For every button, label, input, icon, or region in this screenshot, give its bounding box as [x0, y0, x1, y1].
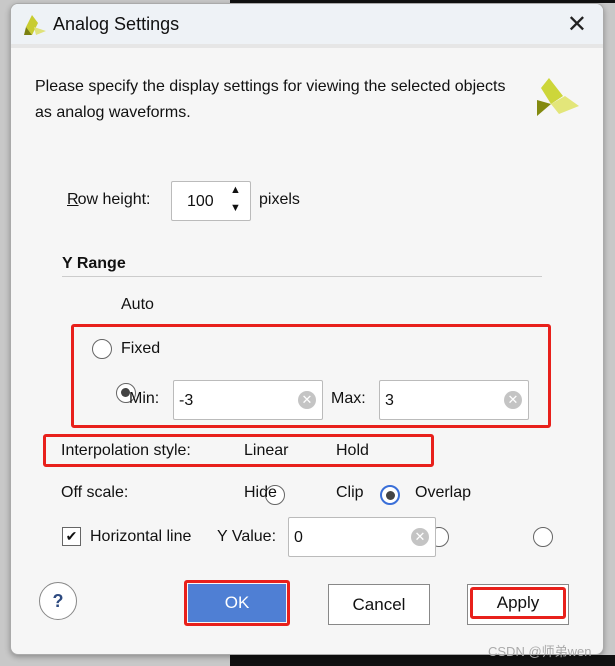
- min-input[interactable]: -3 ✕: [173, 380, 323, 420]
- row-height-label: Row height:: [67, 191, 151, 208]
- off-scale-label: Off scale:: [61, 484, 129, 501]
- description: Please specify the display settings for …: [35, 78, 506, 121]
- close-icon[interactable]: ✕: [567, 10, 587, 39]
- linear-label[interactable]: Linear: [244, 442, 288, 460]
- analog-settings-dialog: Analog Settings ✕ Please specify the dis…: [10, 3, 604, 655]
- ok-button[interactable]: OK: [188, 584, 286, 622]
- row-height-value[interactable]: 100: [187, 193, 214, 211]
- hold-radio[interactable]: [380, 485, 401, 505]
- y-value-input[interactable]: 0 ✕: [288, 517, 436, 557]
- max-value[interactable]: 3: [385, 392, 394, 410]
- interpolation-label: Interpolation style:: [61, 442, 191, 459]
- clear-icon[interactable]: ✕: [504, 391, 522, 409]
- spin-down-icon[interactable]: ▼: [230, 202, 241, 214]
- divider: [62, 276, 542, 277]
- overlap-radio[interactable]: [532, 527, 553, 547]
- dialog-title: Analog Settings: [53, 14, 180, 34]
- fixed-label[interactable]: Fixed: [121, 340, 160, 358]
- watermark: CSDN @师弟wen: [488, 644, 592, 659]
- apply-label[interactable]: Apply: [470, 587, 566, 619]
- horizontal-line-label[interactable]: Horizontal line: [90, 528, 191, 546]
- y-range-heading: Y Range: [62, 255, 126, 272]
- help-button[interactable]: ?: [39, 582, 77, 620]
- brand-logo-icon: [537, 78, 579, 116]
- cancel-button[interactable]: Cancel: [328, 584, 430, 625]
- min-value[interactable]: -3: [179, 392, 193, 410]
- y-value-label: Y Value:: [217, 528, 277, 545]
- app-logo-icon: [24, 15, 46, 35]
- min-label: Min:: [129, 390, 160, 407]
- clear-icon[interactable]: ✕: [411, 528, 429, 546]
- row-height-spinner[interactable]: 100 ▲ ▼: [171, 181, 251, 221]
- overlap-label[interactable]: Overlap: [415, 484, 471, 502]
- spin-up-icon[interactable]: ▲: [230, 184, 241, 196]
- clip-label[interactable]: Clip: [336, 484, 364, 502]
- title-bar: Analog Settings ✕: [11, 4, 603, 48]
- clear-icon[interactable]: ✕: [298, 391, 316, 409]
- horizontal-line-checkbox[interactable]: ✔: [62, 527, 81, 546]
- auto-label[interactable]: Auto: [121, 296, 154, 314]
- hide-label[interactable]: Hide: [244, 484, 277, 502]
- max-label: Max:: [331, 390, 366, 407]
- hold-label[interactable]: Hold: [336, 442, 369, 460]
- max-input[interactable]: 3 ✕: [379, 380, 529, 420]
- row-height-unit: pixels: [259, 191, 300, 208]
- y-value[interactable]: 0: [294, 529, 303, 547]
